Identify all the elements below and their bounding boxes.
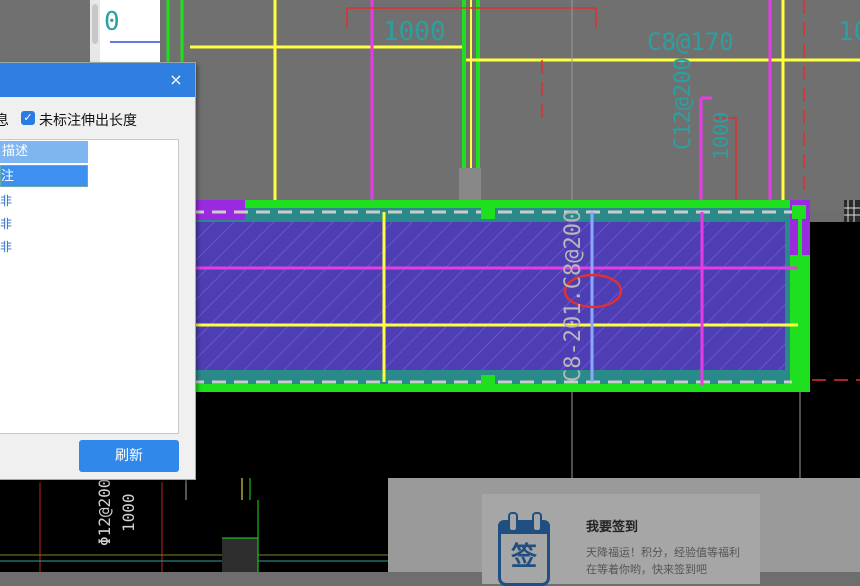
dialog-titlebar[interactable]: × — [0, 63, 195, 97]
result-list[interactable]: 描述 注 非 非 非 — [0, 139, 179, 434]
dim-right-text: 10 — [838, 17, 860, 47]
dialog-options: 息 ✓ 未标注伸出长度 — [0, 107, 195, 131]
checkbox-label[interactable]: 未标注伸出长度 — [39, 110, 137, 130]
grip-top[interactable] — [481, 205, 495, 219]
signin-popup: 签 我要签到 天降福运！积分，经验值等福利在等着你哟，快来签到吧 — [388, 478, 860, 586]
bottom-rebar-text: Φ12@200 — [95, 479, 114, 546]
grip-right[interactable] — [792, 290, 806, 304]
dim-top-text: 1000 — [383, 17, 446, 47]
rebar-dialog: × 息 ✓ 未标注伸出长度 描述 注 非 非 非 刷新 — [0, 62, 196, 480]
calendar-glyph: 签 — [510, 542, 537, 572]
signin-card[interactable]: 签 我要签到 天降福运！积分，经验值等福利在等着你哟，快来签到吧 — [482, 494, 760, 586]
checkbox-unlabeled-length[interactable]: ✓ — [21, 111, 35, 125]
grip-corner-bottom[interactable] — [792, 375, 806, 389]
close-icon[interactable]: × — [165, 69, 187, 91]
scrollbar[interactable] — [92, 4, 98, 44]
beam-hatch[interactable] — [195, 222, 785, 370]
signin-title[interactable]: 我要签到 — [586, 516, 638, 535]
bottom-dim-text: 1000 — [119, 493, 138, 532]
signin-description: 天降福运！积分，经验值等福利在等着你哟，快来签到吧 — [586, 546, 740, 576]
rebar-top-text: C8@170 — [647, 28, 734, 56]
grip-bottom[interactable] — [481, 375, 495, 389]
grip-corner-top[interactable] — [792, 205, 806, 219]
refresh-button[interactable]: 刷新 — [79, 440, 179, 472]
list-item[interactable]: 非 — [0, 191, 30, 211]
list-item[interactable]: 非 — [0, 214, 30, 234]
list-header[interactable]: 描述 — [0, 141, 88, 163]
dim-vertical-text: 1000 — [709, 112, 733, 160]
list-item[interactable]: 非 — [0, 237, 30, 257]
beam-label-text: C8-201.C8@200 — [561, 210, 586, 382]
left-zero-text: 0 — [104, 7, 120, 37]
rebar-vertical-text: C12@200 — [671, 57, 696, 150]
list-item-selected[interactable]: 注 — [0, 165, 88, 187]
option-info-label: 息 — [0, 113, 9, 129]
